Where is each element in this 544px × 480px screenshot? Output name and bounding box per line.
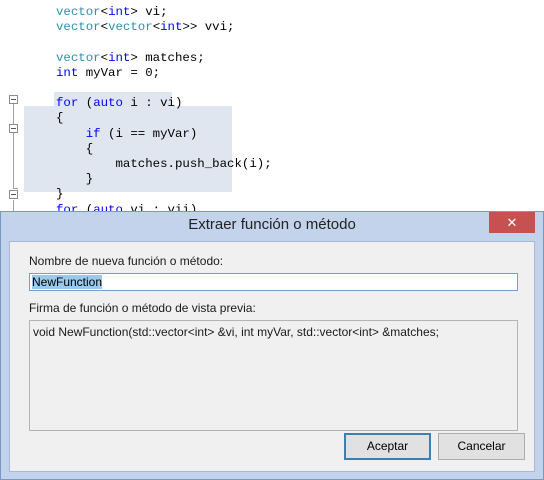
code-token: <: [152, 20, 161, 35]
code-line: }: [56, 186, 63, 202]
code-token: {: [56, 141, 94, 156]
preview-label: Firma de función o método de vista previ…: [29, 301, 256, 315]
accept-button[interactable]: Aceptar: [344, 433, 431, 460]
code-token: vector: [108, 20, 153, 35]
code-token: vector: [56, 20, 101, 35]
code-token: vector: [56, 5, 101, 19]
code-token: >> vvi;: [182, 20, 235, 35]
code-line: {: [56, 141, 93, 157]
code-token: int: [56, 65, 79, 80]
code-token: <: [100, 20, 109, 35]
code-token: (: [78, 96, 94, 111]
code-token: {: [56, 111, 64, 126]
code-line: {: [56, 110, 63, 126]
code-token: int: [108, 5, 131, 19]
code-token: <: [100, 50, 109, 65]
code-token: int: [160, 20, 183, 35]
dialog-body: Nombre de nueva función o método: NewFun…: [9, 241, 535, 472]
code-line: int myVar = 0;: [56, 65, 160, 81]
code-line: }: [56, 171, 93, 187]
code-token: i : vi): [122, 96, 183, 111]
outline-end-marker: [13, 188, 18, 189]
outline-line: [13, 104, 14, 188]
code-editor[interactable]: vector<int> vi; vector<vector<int>> vvi; v…: [0, 0, 544, 217]
dialog-title: Extraer función o método: [188, 216, 356, 233]
code-token: matches.push_back(i);: [56, 157, 272, 171]
code-line: vector<int> vi;: [56, 4, 168, 20]
code-token: > vi;: [130, 5, 168, 19]
code-line: if (i == myVar): [56, 126, 198, 142]
code-token: > matches;: [130, 50, 205, 65]
code-token: }: [56, 187, 64, 202]
cancel-button[interactable]: Cancelar: [438, 433, 525, 460]
name-label: Nombre de nueva función o método:: [29, 254, 224, 268]
code-line: vector<vector<int>> vvi;: [56, 19, 235, 35]
collapse-icon[interactable]: [9, 190, 18, 199]
code-token: int: [108, 50, 131, 65]
selected-name-text: NewFunction: [32, 275, 103, 289]
code-token: }: [56, 172, 94, 187]
signature-preview-text: void NewFunction(std::vector<int> &vi, i…: [33, 325, 439, 339]
close-button[interactable]: ✕: [489, 212, 535, 233]
code-line: vector<int> matches;: [56, 50, 205, 66]
code-token: (i == myVar): [100, 126, 198, 141]
code-token: <: [100, 5, 109, 19]
code-token: for: [56, 96, 79, 111]
collapse-icon[interactable]: [9, 124, 18, 133]
code-token: if: [85, 126, 101, 141]
code-line: matches.push_back(i);: [56, 156, 272, 172]
extract-function-dialog: Extraer función o método ✕ Nombre de nue…: [0, 211, 544, 480]
code-line: for (auto i : vi): [56, 95, 182, 111]
code-token: myVar = 0;: [78, 65, 161, 80]
code-token: vector: [56, 50, 101, 65]
function-name-input[interactable]: NewFunction: [29, 273, 518, 291]
title-bar[interactable]: Extraer función o método ✕: [1, 212, 543, 241]
close-icon: ✕: [506, 215, 518, 230]
signature-preview: void NewFunction(std::vector<int> &vi, i…: [29, 320, 518, 431]
code-token: auto: [93, 96, 123, 111]
collapse-icon[interactable]: [9, 95, 18, 104]
